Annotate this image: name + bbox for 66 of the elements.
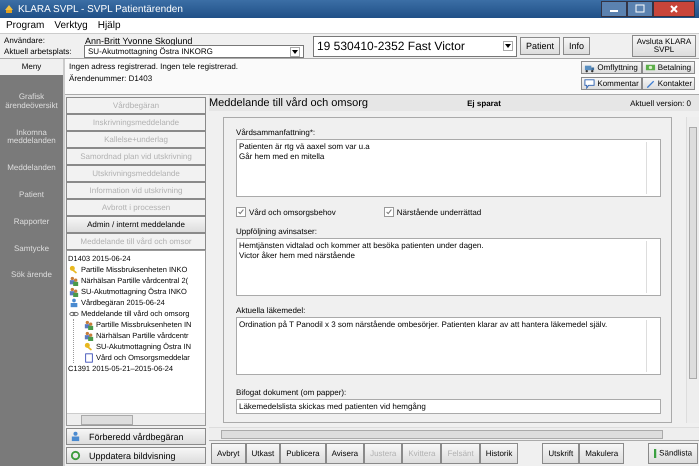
footer-button[interactable]: Historik bbox=[480, 443, 518, 464]
medication-field[interactable]: Ordination på T Panodil x 3 som närstående ombesörjer. Patienten klarar av att hantera läkemedel själv. bbox=[236, 317, 661, 375]
summary-field[interactable]: Patienten är rtg vä aaxel som var u.a Går hem med en mitella bbox=[236, 139, 661, 197]
document-title: Meddelande till vård och omsorg bbox=[209, 97, 369, 109]
footer-button[interactable]: Avbryt bbox=[211, 443, 246, 464]
attachment-field[interactable]: Läkemedelslista skickas med patienten vid hemgång bbox=[236, 399, 661, 414]
bar-icon bbox=[654, 448, 658, 459]
workplace-label: Aktuell arbetsplats: bbox=[4, 47, 73, 56]
field-label: Vårdsammanfattning*: bbox=[236, 128, 316, 137]
people-icon bbox=[84, 320, 94, 330]
people-icon bbox=[69, 276, 79, 286]
speech-bubble-icon bbox=[584, 78, 596, 88]
side-button[interactable]: Uppdatera bildvisning bbox=[66, 447, 206, 464]
header-button[interactable]: Patient bbox=[520, 37, 560, 55]
horizontal-scrollbar[interactable] bbox=[67, 413, 205, 425]
minimize-button[interactable] bbox=[601, 1, 627, 17]
key-icon bbox=[84, 342, 94, 352]
patient-dropdown[interactable]: 19 530410-2352 Fast Victor bbox=[313, 36, 517, 56]
checkmark-icon bbox=[384, 208, 393, 216]
case-button[interactable]: Admin / internt meddelande bbox=[66, 216, 206, 233]
footer-button[interactable]: Sändlista bbox=[648, 443, 698, 464]
checkmark-icon bbox=[237, 208, 245, 216]
info-text: Ärendenummer: D1403 bbox=[69, 73, 154, 85]
close-button[interactable] bbox=[653, 1, 695, 17]
person-icon bbox=[70, 431, 81, 442]
dropdown-arrow-icon bbox=[503, 41, 513, 51]
action-button[interactable]: Kontakter bbox=[642, 76, 695, 90]
app-icon bbox=[4, 4, 14, 14]
action-button[interactable]: Betalning bbox=[642, 61, 695, 74]
maximize-button[interactable] bbox=[627, 1, 653, 17]
footer-button[interactable]: Publicera bbox=[280, 443, 326, 464]
person-icon bbox=[69, 298, 79, 308]
exit-button[interactable]: Avsluta KLARA SVPL bbox=[632, 35, 696, 57]
people-icon bbox=[69, 286, 79, 296]
field-label: Bifogat dokument (om papper): bbox=[236, 388, 348, 397]
menu-item[interactable]: Hjälp bbox=[98, 20, 121, 31]
footer-button[interactable]: Utkast bbox=[246, 443, 280, 464]
footer-button[interactable]: Makulera bbox=[579, 443, 624, 464]
footer-button[interactable]: Utskrift bbox=[542, 443, 580, 464]
save-status: Ej sparat bbox=[466, 98, 502, 108]
menu-item[interactable]: Program bbox=[6, 20, 44, 31]
workplace-dropdown[interactable]: SU-Akutmottagning Östra INKORG bbox=[84, 45, 304, 58]
key-icon bbox=[69, 264, 79, 274]
checkbox[interactable]: Vård och omsorgsbehov bbox=[236, 207, 336, 217]
user-label: Användare: bbox=[4, 36, 46, 45]
field-label: Aktuella läkemedel: bbox=[236, 306, 306, 315]
action-button[interactable]: Omflyttning bbox=[581, 61, 642, 74]
field-label: Uppföljning avinsatser: bbox=[236, 227, 318, 236]
document-icon bbox=[84, 352, 94, 362]
money-icon bbox=[644, 62, 656, 73]
user-name: Ann-Britt Yvonne Skoglund bbox=[85, 36, 192, 46]
people-icon bbox=[84, 330, 94, 340]
side-button[interactable]: Förberedd vårdbegäran bbox=[66, 428, 206, 445]
info-text: Ingen adress registrerad. Ingen tele registrerad. bbox=[69, 61, 239, 73]
action-button[interactable]: Kommentar bbox=[581, 76, 642, 90]
header-button[interactable]: Info bbox=[563, 37, 590, 55]
checkbox[interactable]: Närstående underrättad bbox=[384, 207, 482, 217]
followup-field[interactable]: Hemtjänsten vidtalad och kommer att besöka patienten under dagen. Victor åker hem med närstående bbox=[236, 238, 661, 296]
footer-button[interactable]: Avisera bbox=[326, 443, 364, 464]
menu-item[interactable]: Verktyg bbox=[54, 20, 88, 31]
nav-title: Meny bbox=[0, 59, 63, 75]
version-label: Aktuell version: 0 bbox=[630, 98, 691, 108]
dropdown-arrow-icon bbox=[290, 46, 300, 56]
refresh-icon bbox=[70, 450, 81, 461]
horizontal-scrollbar[interactable] bbox=[209, 427, 699, 440]
window-title: KLARA SVPL - SVPL Patientärenden bbox=[18, 4, 183, 14]
